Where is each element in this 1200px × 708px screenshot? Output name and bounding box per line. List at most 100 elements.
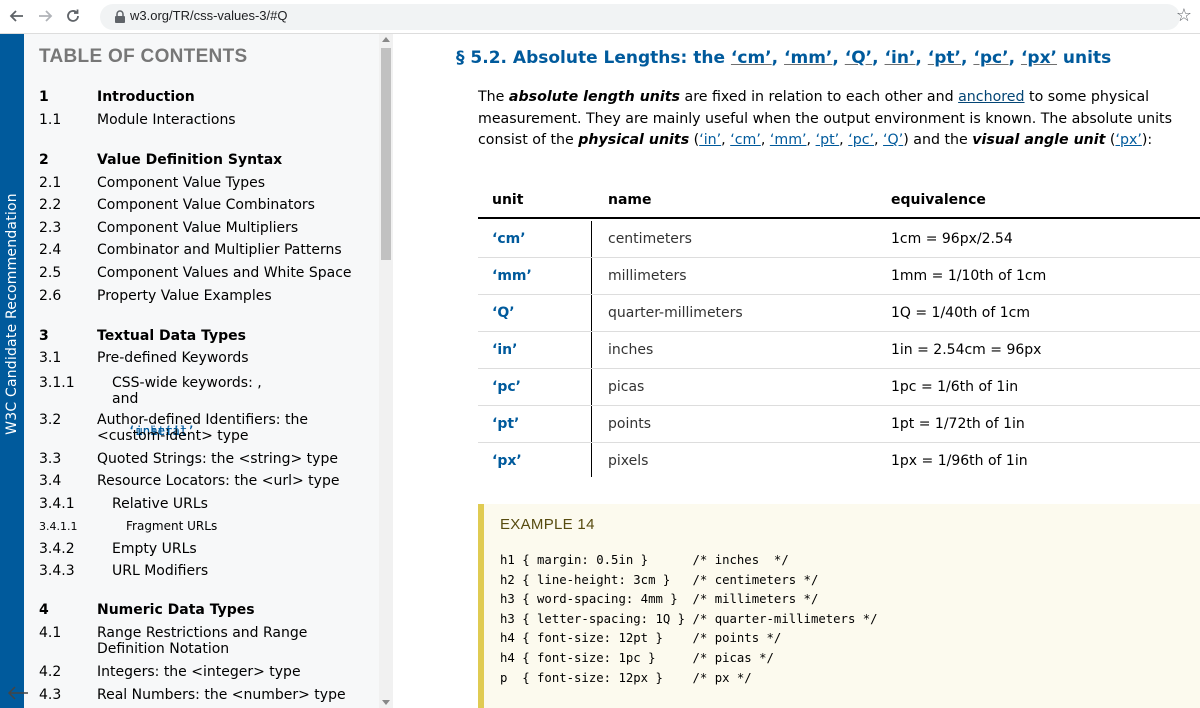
toc-item-label: Property Value Examples <box>97 288 272 304</box>
equivalence-cell: 1in = 2.54cm = 96px <box>891 342 1042 358</box>
table-row: ‘px’ pixels 1px = 1/96th of 1in <box>478 443 1200 480</box>
term-physical-units: physical units <box>578 132 690 148</box>
unit-cell[interactable]: ‘mm’ <box>492 268 532 284</box>
term-absolute-length-units: absolute length units <box>508 89 680 105</box>
toc-item-label: Module Interactions <box>97 112 236 128</box>
heading-unit-pc[interactable]: ‘pc’ <box>973 48 1008 68</box>
code-line: h3 { word-spacing: 4mm } /* millimeters … <box>500 592 819 607</box>
toc-item-number: 3.4.1 <box>39 496 75 512</box>
name-cell: picas <box>608 379 645 395</box>
toc-item-number: 2.5 <box>39 265 62 281</box>
toc-item-number: 4 <box>39 602 49 618</box>
toc-item-number: 2 <box>39 152 49 168</box>
toc-item-label: URL Modifiers <box>112 563 209 579</box>
name-cell: inches <box>608 342 654 358</box>
w3c-status-banner[interactable]: W3C Candidate Recommendation <box>0 34 24 708</box>
name-cell: centimeters <box>608 231 692 247</box>
toc-item-label: Pre-defined Keywords <box>97 350 249 366</box>
example-code: h1 { margin: 0.5in } /* inches */ h2 { li… <box>500 551 878 688</box>
equivalence-cell: 1Q = 1/40th of 1cm <box>891 305 1030 321</box>
toc-item-number: 2.1 <box>39 175 62 191</box>
code-line: h2 { line-height: 3cm } /* centimeters *… <box>500 572 819 587</box>
bookmark-star-icon[interactable]: ☆ <box>1176 5 1192 26</box>
example-title[interactable]: EXAMPLE 14 <box>500 516 595 533</box>
unit-link-cm[interactable]: ‘cm’ <box>730 132 761 148</box>
anchored-link[interactable]: anchored <box>958 89 1024 105</box>
code-line: h1 { margin: 0.5in } /* inches */ <box>500 553 789 567</box>
table-header: unit name equivalence <box>478 181 1200 219</box>
scroll-down-icon[interactable] <box>382 700 390 705</box>
table-row: ‘Q’ quarter-millimeters 1Q = 1/40th of 1cm <box>478 295 1200 332</box>
unit-cell[interactable]: ‘cm’ <box>492 231 526 247</box>
unit-link-in[interactable]: ‘in’ <box>699 132 721 148</box>
toc-item-label: Empty URLs <box>112 541 197 557</box>
unit-link-pt[interactable]: ‘pt’ <box>816 132 840 148</box>
equivalence-cell: 1cm = 96px/2.54 <box>891 231 1013 247</box>
table-of-contents: TABLE OF CONTENTS 1 Introduction 1.1 Module… <box>24 34 379 708</box>
unit-cell[interactable]: ‘pt’ <box>492 416 519 432</box>
toc-item-label: Combinator and Multiplier Patterns <box>97 242 342 258</box>
unit-cell[interactable]: ‘Q’ <box>492 305 515 321</box>
toc-item-label: Textual Data Types <box>97 328 246 344</box>
table-row: ‘in’ inches 1in = 2.54cm = 96px <box>478 332 1200 369</box>
url-text[interactable]: w3.org/TR/css-values-3/#Q <box>130 8 288 23</box>
name-cell: quarter-millimeters <box>608 305 743 321</box>
toc-title: TABLE OF CONTENTS <box>39 46 248 67</box>
table-row: ‘pt’ points 1pt = 1/72th of 1in <box>478 406 1200 443</box>
intro-paragraph: The absolute length units are fixed in r… <box>478 89 1173 148</box>
heading-unit-mm[interactable]: ‘mm’ <box>784 48 832 68</box>
toc-scrollbar-thumb[interactable] <box>381 48 391 260</box>
lock-icon <box>114 9 130 25</box>
heading-unit-in[interactable]: ‘in’ <box>885 48 916 68</box>
toc-item-label: Resource Locators: the <url> type <box>97 473 340 489</box>
heading-unit-q[interactable]: ‘Q’ <box>845 48 872 68</box>
toc-item-number: 3.4 <box>39 473 62 489</box>
unit-link-q[interactable]: ‘Q’ <box>883 132 903 148</box>
section-sign-link[interactable]: § <box>456 48 465 68</box>
collapse-toc-arrow-icon[interactable] <box>6 684 32 704</box>
heading-unit-px[interactable]: ‘px’ <box>1021 48 1057 68</box>
unit-link-pc[interactable]: ‘pc’ <box>848 132 874 148</box>
toc-item-label: Introduction <box>97 89 195 105</box>
unit-link-mm[interactable]: ‘mm’ <box>770 132 807 148</box>
toc-item-number: 1.1 <box>39 112 62 128</box>
toc-item-number: 3.4.1.1 <box>39 520 78 533</box>
toc-item-number: 4.2 <box>39 664 62 680</box>
heading-unit-cm[interactable]: ‘cm’ <box>731 48 772 68</box>
toc-item-number: 3.1.1 <box>39 375 75 391</box>
unit-cell[interactable]: ‘px’ <box>492 453 522 469</box>
browser-toolbar: w3.org/TR/css-values-3/#Q ☆ <box>0 0 1200 34</box>
column-header-unit: unit <box>492 192 524 208</box>
equivalence-cell: 1pt = 1/72th of 1in <box>891 416 1025 432</box>
name-cell: millimeters <box>608 268 687 284</box>
toc-item-label: Quoted Strings: the <string> type <box>97 451 338 467</box>
toc-item-number: 2.3 <box>39 220 62 236</box>
term-visual-angle-unit: visual angle unit <box>972 132 1106 148</box>
heading-unit-pt[interactable]: ‘pt’ <box>928 48 961 68</box>
unit-cell[interactable]: ‘pc’ <box>492 379 521 395</box>
toc-item-label: CSS-wide keywords: ‘initial’, ‘inherit’ a… <box>112 375 262 438</box>
equivalence-cell: 1px = 1/96th of 1in <box>891 453 1028 469</box>
status-banner-label: W3C Candidate Recommendation <box>4 193 20 435</box>
main-content: § 5.2. Absolute Lengths: the ‘cm’, ‘mm’,… <box>393 34 1200 708</box>
name-cell: pixels <box>608 453 649 469</box>
equivalence-cell: 1pc = 1/6th of 1in <box>891 379 1019 395</box>
toc-item-number: 2.4 <box>39 242 62 258</box>
toc-item-label: Component Value Multipliers <box>97 220 299 236</box>
back-arrow-icon[interactable] <box>6 5 28 27</box>
forward-arrow-icon[interactable] <box>34 5 56 27</box>
toc-item-label: Author-defined Identifiers: the <custom-i… <box>97 412 308 444</box>
toc-item-label: Fragment URLs <box>126 519 218 533</box>
toc-scrollbar[interactable] <box>379 34 393 708</box>
example-box: EXAMPLE 14 h1 { margin: 0.5in } /* inche… <box>478 504 1200 708</box>
toc-item-number: 3.3 <box>39 451 62 467</box>
toc-item-label: Component Values and White Space <box>97 265 352 281</box>
equivalence-cell: 1mm = 1/10th of 1cm <box>891 268 1047 284</box>
unit-link-px[interactable]: ‘px’ <box>1115 132 1141 148</box>
reload-icon[interactable] <box>62 5 84 27</box>
toc-item-number: 3.2 <box>39 412 62 428</box>
table-row: ‘cm’ centimeters 1cm = 96px/2.54 <box>478 221 1200 258</box>
scroll-up-icon[interactable] <box>382 37 390 42</box>
section-heading: § 5.2. Absolute Lengths: the ‘cm’, ‘mm’,… <box>456 48 1112 68</box>
unit-cell[interactable]: ‘in’ <box>492 342 517 358</box>
